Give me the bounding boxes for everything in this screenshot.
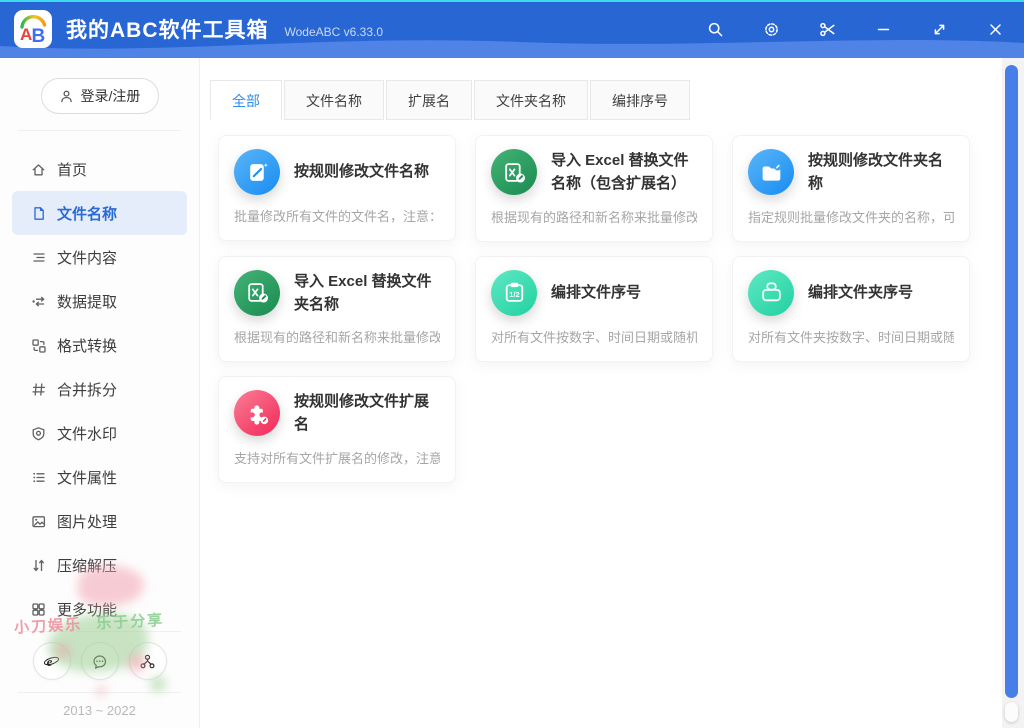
scissors-screenshot-icon[interactable]	[819, 21, 836, 38]
sidebar-item-compress[interactable]: 压缩解压	[12, 543, 187, 587]
share-network-button[interactable]	[129, 642, 167, 680]
logo-letter-b: B	[32, 26, 46, 47]
sidebar-item-label: 文件内容	[57, 247, 117, 268]
card-description: 指定规则批量修改文件夹的名称，可以批	[748, 207, 954, 226]
card-excel-rename-files[interactable]: 导入 Excel 替换文件名称（包含扩展名） 根据现有的路径和新名称来批量修改，…	[475, 135, 713, 242]
sidebar-item-file-attributes[interactable]: 文件属性	[12, 455, 187, 499]
folder-edit-icon	[748, 149, 794, 195]
svg-text:e: e	[47, 654, 53, 669]
sidebar-divider	[18, 692, 181, 693]
sequence-clipboard-icon: 1/2	[491, 270, 537, 316]
chat-bubble-icon	[91, 653, 108, 670]
sidebar-item-data-extract[interactable]: 数据提取	[12, 279, 187, 323]
image-icon	[30, 513, 47, 530]
scrollbar-thumb[interactable]	[1005, 65, 1018, 698]
extract-arrows-icon	[30, 293, 47, 310]
app-title: 我的ABC软件工具箱	[66, 14, 269, 44]
sidebar-item-label: 合并拆分	[57, 379, 117, 400]
sidebar: 登录/注册 首页 文件名称 文件内容 数据提取 格式转换	[0, 58, 200, 728]
list-bullets-icon	[30, 469, 47, 486]
sidebar-item-label: 首页	[57, 159, 87, 180]
shield-icon	[30, 425, 47, 442]
category-tabs: 全部 文件名称 扩展名 文件夹名称 编排序号	[210, 80, 990, 120]
scrollbar-track	[1002, 58, 1024, 728]
card-description: 对所有文件按数字、时间日期或随机文本	[491, 327, 697, 346]
sidebar-item-merge-split[interactable]: 合并拆分	[12, 367, 187, 411]
sidebar-item-file-name[interactable]: 文件名称	[12, 191, 187, 235]
card-description: 根据现有的路径和新名称来批量修改，批	[234, 327, 440, 346]
titlebar-accent-line	[0, 0, 1024, 2]
card-rename-folders[interactable]: 按规则修改文件夹名称 指定规则批量修改文件夹的名称，可以批	[732, 135, 970, 242]
sidebar-item-label: 格式转换	[57, 335, 117, 356]
card-description: 支持对所有文件扩展名的修改，注意：请	[234, 448, 440, 467]
app-version: WodeABC v6.33.0	[285, 25, 384, 39]
close-icon[interactable]	[987, 21, 1004, 38]
home-icon	[30, 161, 47, 178]
sidebar-item-label: 文件属性	[57, 467, 117, 488]
resize-window-icon[interactable]	[931, 21, 948, 38]
search-icon[interactable]	[707, 21, 724, 38]
card-description: 批量修改所有文件的文件名，注意：这里	[234, 206, 440, 225]
sidebar-item-label: 文件名称	[57, 203, 117, 224]
main-content: 全部 文件名称 扩展名 文件夹名称 编排序号	[200, 58, 1024, 728]
sidebar-item-format-convert[interactable]: 格式转换	[12, 323, 187, 367]
sidebar-item-label: 文件水印	[57, 423, 117, 444]
tab-extension[interactable]: 扩展名	[386, 80, 472, 120]
sidebar-divider	[18, 631, 181, 632]
user-icon	[59, 89, 74, 104]
card-title: 按规则修改文件夹名称	[808, 149, 954, 196]
share-network-icon	[139, 653, 156, 670]
list-lines-icon	[30, 249, 47, 266]
card-title: 导入 Excel 替换文件夹名称	[294, 270, 440, 317]
tab-folder-name[interactable]: 文件夹名称	[474, 80, 588, 120]
archive-box-icon	[748, 270, 794, 316]
titlebar: A B 我的ABC软件工具箱 WodeABC v6.33.0	[0, 0, 1024, 58]
sidebar-item-label: 图片处理	[57, 511, 117, 532]
card-title: 编排文件序号	[551, 281, 641, 304]
card-excel-rename-folders[interactable]: 导入 Excel 替换文件夹名称 根据现有的路径和新名称来批量修改，批	[218, 256, 456, 363]
sidebar-item-home[interactable]: 首页	[12, 147, 187, 191]
feedback-chat-button[interactable]	[81, 642, 119, 680]
card-description: 对所有文件夹按数字、时间日期或随机文	[748, 327, 954, 346]
card-title: 导入 Excel 替换文件名称（包含扩展名）	[551, 149, 697, 196]
ie-browser-icon: e	[43, 653, 60, 670]
sidebar-item-watermark[interactable]: 文件水印	[12, 411, 187, 455]
sidebar-nav: 首页 文件名称 文件内容 数据提取 格式转换 合并拆分	[0, 147, 199, 631]
sidebar-divider	[18, 130, 181, 131]
tab-all[interactable]: 全部	[210, 80, 282, 120]
sidebar-item-label: 数据提取	[57, 291, 117, 312]
puzzle-edit-icon	[234, 390, 280, 436]
copyright-years: 2013 ~ 2022	[0, 703, 199, 718]
app-logo: A B	[14, 10, 52, 48]
scrollbar-end-cap[interactable]	[1005, 702, 1018, 722]
sequence-badge: 1/2	[509, 290, 519, 299]
settings-gear-icon[interactable]	[763, 21, 780, 38]
sidebar-item-file-content[interactable]: 文件内容	[12, 235, 187, 279]
edit-document-icon	[234, 149, 280, 195]
card-number-files[interactable]: 1/2 编排文件序号 对所有文件按数字、时间日期或随机文本	[475, 256, 713, 362]
tab-sequence[interactable]: 编排序号	[590, 80, 690, 120]
card-description: 根据现有的路径和新名称来批量修改，批	[491, 207, 697, 226]
compress-arrows-icon	[30, 557, 47, 574]
tab-file-name[interactable]: 文件名称	[284, 80, 384, 120]
logo-letter-a: A	[20, 25, 32, 44]
sidebar-item-label: 压缩解压	[57, 555, 117, 576]
card-title: 按规则修改文件扩展名	[294, 390, 440, 437]
login-register-button[interactable]: 登录/注册	[41, 78, 159, 114]
convert-icon	[30, 337, 47, 354]
card-title: 按规则修改文件名称	[294, 160, 429, 183]
file-icon	[30, 205, 47, 222]
excel-import-icon	[234, 270, 280, 316]
hash-icon	[30, 381, 47, 398]
card-change-extension[interactable]: 按规则修改文件扩展名 支持对所有文件扩展名的修改，注意：请	[218, 376, 456, 483]
card-number-folders[interactable]: 编排文件夹序号 对所有文件夹按数字、时间日期或随机文	[732, 256, 970, 362]
sidebar-item-image-process[interactable]: 图片处理	[12, 499, 187, 543]
login-register-label: 登录/注册	[81, 86, 141, 106]
card-title: 编排文件夹序号	[808, 281, 913, 304]
tool-card-grid: 按规则修改文件名称 批量修改所有文件的文件名，注意：这里 导入 Ex	[218, 135, 990, 483]
excel-import-icon	[491, 149, 537, 195]
website-browser-button[interactable]: e	[33, 642, 71, 680]
minimize-icon[interactable]	[875, 21, 892, 38]
card-rename-files[interactable]: 按规则修改文件名称 批量修改所有文件的文件名，注意：这里	[218, 135, 456, 241]
